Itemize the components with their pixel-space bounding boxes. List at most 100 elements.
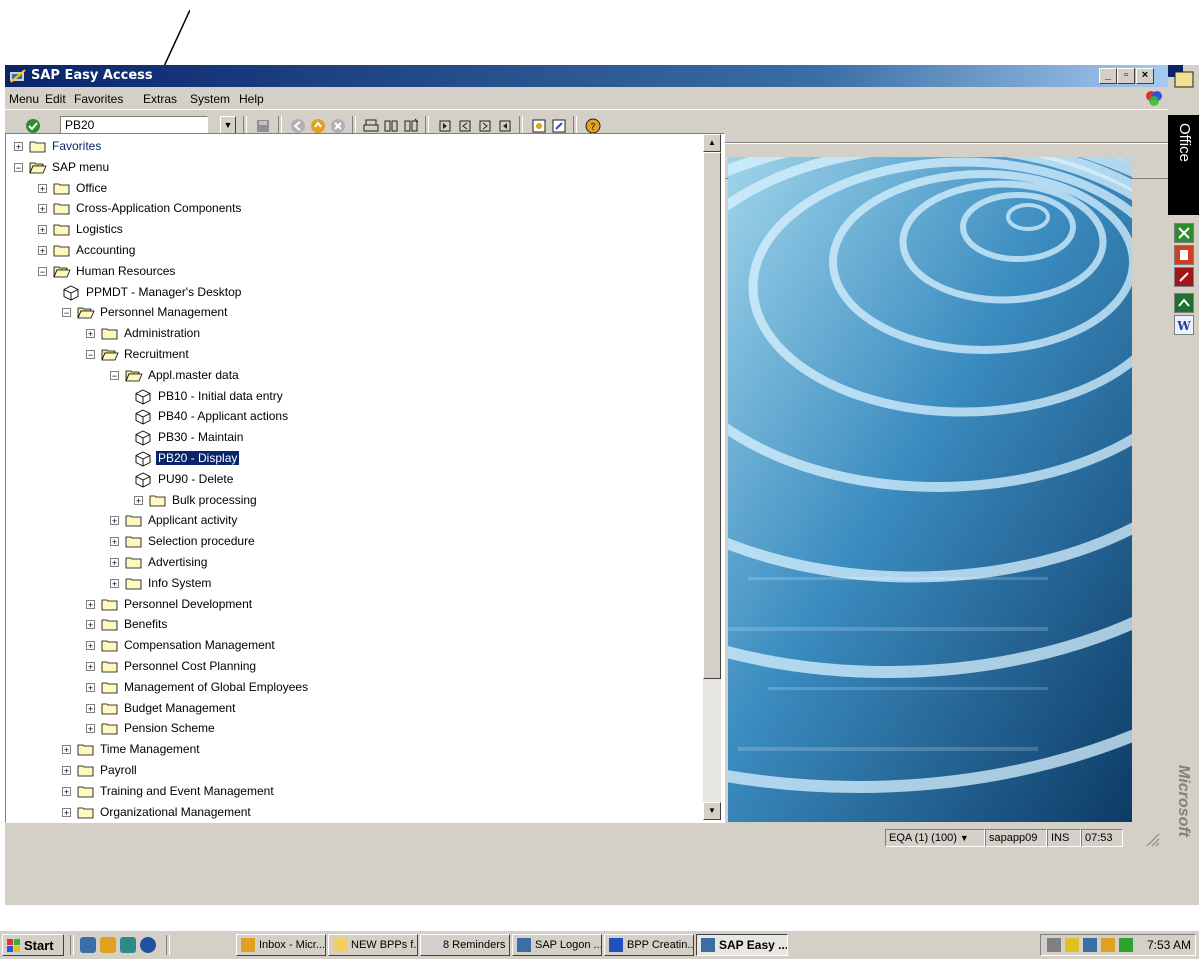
scroll-thumb[interactable] xyxy=(703,152,721,679)
scroll-down-button[interactable]: ▼ xyxy=(703,802,721,820)
expand-icon[interactable]: + xyxy=(38,183,47,193)
task-reminders[interactable]: 8 Reminders xyxy=(420,934,510,956)
title-bar[interactable]: SAP Easy Access _ ▫ × xyxy=(5,65,1168,87)
resize-grip-icon[interactable] xyxy=(1145,832,1161,846)
access-icon[interactable] xyxy=(1174,267,1194,287)
word-icon[interactable]: W xyxy=(1174,315,1194,335)
tray-icon-5[interactable] xyxy=(1119,938,1133,952)
task-inbox[interactable]: Inbox - Micr... xyxy=(236,934,326,956)
folder-icon xyxy=(77,765,94,777)
expand-icon[interactable]: + xyxy=(110,537,119,547)
find-icon[interactable] xyxy=(383,118,399,134)
menu-help[interactable]: Help xyxy=(239,92,264,106)
exit-icon[interactable] xyxy=(310,118,326,134)
expand-icon[interactable]: + xyxy=(86,703,95,713)
folder-icon xyxy=(53,183,70,194)
expand-icon[interactable]: + xyxy=(62,745,71,755)
shortcut-icon[interactable] xyxy=(551,118,567,134)
open-folder-icon xyxy=(125,370,143,382)
expand-icon[interactable]: + xyxy=(38,204,47,214)
next-page-icon[interactable] xyxy=(477,118,493,134)
create-session-icon[interactable] xyxy=(531,118,547,134)
expand-icon[interactable]: + xyxy=(14,142,23,152)
excel-icon[interactable] xyxy=(1174,223,1194,243)
restore-button[interactable]: ▫ xyxy=(1117,68,1135,84)
save-icon[interactable] xyxy=(255,118,271,134)
network-quicklaunch-icon[interactable] xyxy=(120,937,136,953)
previous-page-icon[interactable] xyxy=(457,118,473,134)
tree-node-label: Training and Event Management xyxy=(100,783,274,798)
expand-icon[interactable]: + xyxy=(86,329,95,339)
tray-icon-1[interactable] xyxy=(1047,938,1061,952)
help-icon[interactable]: ? xyxy=(585,118,601,134)
menu-bar: Menu Edit Favorites Extras System Help xyxy=(5,88,1168,108)
expand-icon[interactable]: + xyxy=(86,682,95,692)
menu-menu[interactable]: Menu xyxy=(9,92,39,106)
menu-favorites[interactable]: Favorites xyxy=(74,92,123,106)
expand-icon[interactable]: + xyxy=(38,246,47,256)
media-quicklaunch-icon[interactable] xyxy=(140,937,156,953)
collapse-icon[interactable]: − xyxy=(62,308,71,318)
enter-check-icon[interactable] xyxy=(25,118,41,134)
first-page-icon[interactable] xyxy=(437,118,453,134)
expand-icon[interactable]: + xyxy=(62,766,71,776)
collapse-icon[interactable]: − xyxy=(86,350,95,360)
back-icon[interactable] xyxy=(290,118,306,134)
expand-icon[interactable]: + xyxy=(110,578,119,588)
tray-icon-4[interactable] xyxy=(1101,938,1115,952)
menu-edit[interactable]: Edit xyxy=(45,92,66,106)
command-field-dropdown[interactable]: ▼ xyxy=(220,116,236,134)
powerpoint-icon[interactable] xyxy=(1174,245,1194,265)
expand-icon[interactable]: + xyxy=(62,786,71,796)
system-tray: 7:53 AM xyxy=(1040,934,1196,956)
scroll-up-button[interactable]: ▲ xyxy=(703,134,721,152)
task-sap-logon[interactable]: SAP Logon ... xyxy=(512,934,602,956)
last-page-icon[interactable] xyxy=(497,118,513,134)
cancel-icon[interactable] xyxy=(330,118,346,134)
tree-node-label: Bulk processing xyxy=(172,492,257,507)
expand-icon[interactable]: + xyxy=(110,516,119,526)
tree-node-label: Cross-Application Components xyxy=(76,201,242,216)
word-icon xyxy=(609,938,623,952)
transaction-cube-icon xyxy=(135,430,151,446)
expand-icon[interactable]: + xyxy=(38,225,47,235)
folder-icon xyxy=(149,495,166,506)
expand-icon[interactable]: + xyxy=(86,641,95,651)
office-bar-icon[interactable] xyxy=(1168,65,1199,89)
outlook-quicklaunch-icon[interactable] xyxy=(100,937,116,953)
open-folder-icon xyxy=(77,307,95,319)
menu-extras[interactable]: Extras xyxy=(143,92,177,106)
command-field-input[interactable]: PB20 xyxy=(60,116,208,134)
expand-icon[interactable]: + xyxy=(62,807,71,817)
project-icon[interactable] xyxy=(1174,293,1194,313)
system-status[interactable]: EQA (1) (100) ▼ xyxy=(885,829,985,847)
expand-icon[interactable]: + xyxy=(110,558,119,568)
tree-vertical-scrollbar[interactable]: ▲ ▼ xyxy=(703,134,721,820)
expand-icon[interactable]: + xyxy=(134,495,143,505)
find-next-icon[interactable] xyxy=(403,118,419,134)
microsoft-label-text: Microsoft xyxy=(1175,765,1192,837)
ie-quicklaunch-icon[interactable] xyxy=(80,937,96,953)
start-button[interactable]: Start xyxy=(2,934,64,956)
task-sap-easy-access[interactable]: SAP Easy ... xyxy=(696,934,788,956)
tray-icon-2[interactable] xyxy=(1065,938,1079,952)
task-bpp-creating[interactable]: BPP Creatin... xyxy=(604,934,694,956)
tree-node-label: Pension Scheme xyxy=(124,721,215,736)
collapse-icon[interactable]: − xyxy=(110,370,119,380)
expand-icon[interactable]: + xyxy=(86,662,95,672)
close-button[interactable]: × xyxy=(1136,68,1154,84)
tree-node-label: PB30 - Maintain xyxy=(158,430,244,445)
minimize-button[interactable]: _ xyxy=(1099,68,1117,84)
menu-system[interactable]: System xyxy=(190,92,230,106)
expand-icon[interactable]: + xyxy=(86,599,95,609)
sap-menu-tree: + Favorites − SAP menu + Office + Cross-Applica… xyxy=(5,133,725,823)
expand-icon[interactable]: + xyxy=(86,724,95,734)
collapse-icon[interactable]: − xyxy=(38,266,47,276)
folder-icon xyxy=(125,578,142,590)
transaction-cube-icon xyxy=(135,451,151,467)
tray-icon-3[interactable] xyxy=(1083,938,1097,952)
expand-icon[interactable]: + xyxy=(86,620,95,630)
task-new-bpps[interactable]: NEW BPPs f... xyxy=(328,934,418,956)
collapse-icon[interactable]: − xyxy=(14,162,23,172)
print-icon[interactable] xyxy=(363,118,379,134)
